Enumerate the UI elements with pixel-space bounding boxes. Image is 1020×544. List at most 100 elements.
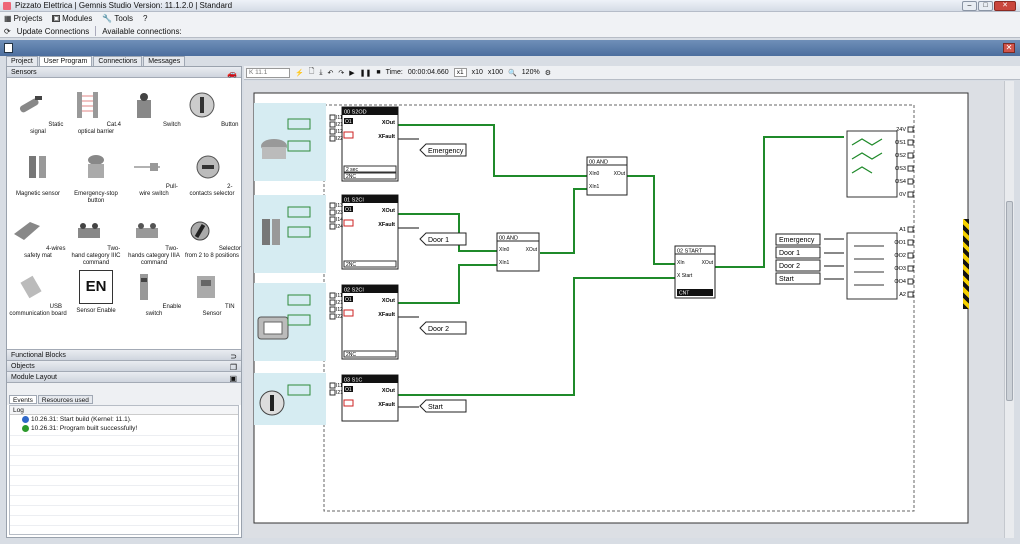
output-pin[interactable] [907, 139, 914, 146]
zoom-icon[interactable]: 🔍 [508, 69, 517, 77]
document-icon[interactable]: 🗋 [309, 67, 315, 78]
sensor-two-hand-iiia[interactable]: Two-hands category IIIA command [125, 212, 183, 267]
input-pin[interactable] [329, 135, 336, 142]
close-document-button[interactable]: ✕ [1003, 43, 1015, 53]
output-pin[interactable] [907, 239, 914, 246]
output-pin[interactable] [907, 165, 914, 172]
input-pin[interactable] [329, 121, 336, 128]
speed-x10[interactable]: x10 [472, 69, 483, 76]
undo-icon[interactable]: ↶ [327, 69, 333, 77]
input-pin[interactable] [329, 389, 336, 396]
download-icon[interactable]: ⤓ [319, 69, 322, 77]
input-pin[interactable] [329, 128, 336, 135]
sensor-2-contacts-selector[interactable]: 2-contacts selector [183, 150, 241, 198]
output-pin[interactable] [907, 265, 914, 272]
sensor-optical-barrier[interactable]: Cat.4 optical barrier [67, 88, 125, 136]
switch-icon [137, 93, 152, 118]
input-pin[interactable] [329, 382, 336, 389]
logic-block-start[interactable]: 02 START XIn X Start XOut CNT [674, 245, 716, 299]
maximize-button[interactable]: □ [978, 1, 993, 11]
sensor-usb-board[interactable]: USB communication board [9, 270, 67, 318]
output-pin[interactable] [907, 178, 914, 185]
output-pin[interactable] [907, 126, 914, 133]
sensor-tin[interactable]: TIN Sensor [183, 270, 241, 318]
sensor-magnetic[interactable]: Magnetic sensor [9, 150, 67, 198]
update-connections-button[interactable]: Update Connections [17, 27, 90, 36]
input-pin[interactable] [329, 292, 336, 299]
input-pin[interactable] [329, 299, 336, 306]
sensor-switch[interactable]: Switch [125, 88, 183, 129]
sensor-two-hand-iiic[interactable]: Two-hand category IIIC command [67, 212, 125, 267]
logic-block-and1[interactable]: 00 AND XIn0 XIn1 XOut [496, 232, 540, 272]
tab-project[interactable]: Project [6, 56, 38, 66]
sensors-header[interactable]: Sensors 🚗 [7, 67, 241, 78]
pause-icon[interactable]: ❚❚ [360, 69, 372, 77]
fault-output-tag[interactable]: Start [419, 399, 467, 413]
input-pin-label: XIn [677, 260, 685, 266]
block-output-label: XOut [382, 208, 395, 214]
output-pin[interactable] [907, 291, 914, 298]
button-icon [259, 390, 285, 416]
flash-icon[interactable]: ⚡ [295, 69, 304, 77]
input-pin[interactable] [329, 202, 336, 209]
input-pin-label: I22 [336, 314, 343, 320]
close-button[interactable]: ✕ [994, 1, 1016, 11]
menu-help[interactable]: ? [143, 14, 147, 23]
output-pin[interactable] [907, 252, 914, 259]
sensor-safety-mat[interactable]: 4-wires safety mat [9, 212, 67, 260]
sensor-selector-2-8[interactable]: Selector from 2 to 8 positions [183, 212, 241, 260]
refresh-icon[interactable]: ⟳ [4, 27, 11, 36]
sensor-enable-switch[interactable]: Enable switch [125, 270, 183, 318]
minimize-button[interactable]: – [962, 1, 977, 11]
objects-header[interactable]: Objects ❐ [7, 361, 241, 372]
menu-projects[interactable]: ▦ Projects [4, 14, 42, 23]
input-pin[interactable] [329, 313, 336, 320]
sensor-button[interactable]: Button [183, 88, 241, 129]
output-label: A1 [899, 227, 906, 233]
fault-output-tag[interactable]: Door 2 [419, 321, 467, 335]
vertical-scrollbar[interactable] [1004, 81, 1014, 538]
log-row[interactable]: 10.26.31: Program built successfully! [10, 424, 238, 433]
output-pin[interactable] [907, 191, 914, 198]
input-pin[interactable] [329, 114, 336, 121]
redo-icon[interactable]: ↷ [338, 69, 344, 77]
sensor-emergency-stop[interactable]: Emergency-stop button [67, 150, 125, 205]
sensor-enable[interactable]: EN Sensor Enable [67, 270, 125, 315]
output-pin[interactable] [907, 226, 914, 233]
tab-events[interactable]: Events [9, 395, 37, 404]
scrollbar-thumb[interactable] [1006, 201, 1013, 401]
input-tag-label: Emergency [779, 237, 815, 244]
fault-badge [343, 399, 354, 407]
speed-x100[interactable]: x100 [488, 69, 503, 76]
input-pin[interactable] [329, 209, 336, 216]
speed-x1[interactable]: x1 [453, 68, 467, 77]
play-icon[interactable]: ▶ [349, 69, 354, 77]
sensor-static-signal[interactable]: Static signal [9, 88, 67, 136]
output-pin[interactable] [907, 278, 914, 285]
safety-output-block[interactable] [846, 130, 898, 198]
fault-output-tag[interactable]: Emergency [419, 143, 467, 157]
toolbar: ⟳ Update Connections Available connectio… [0, 25, 1020, 38]
output-pin[interactable] [907, 152, 914, 159]
relay-output-block[interactable] [846, 232, 898, 300]
tab-resources-used[interactable]: Resources used [37, 395, 93, 404]
app-icon [3, 1, 11, 10]
module-layout-header[interactable]: Module Layout ▣ [7, 372, 241, 383]
logic-block-and2[interactable]: 00 AND XIn0 XIn1 XOut [586, 156, 628, 196]
wrench-icon: 🔧 [102, 14, 113, 23]
input-pin[interactable] [329, 223, 336, 230]
log-row[interactable]: 10.26.31: Start build (Kernel: 11.1). [10, 415, 238, 424]
kernel-select[interactable]: K 11.1 [246, 67, 290, 78]
fault-output-tag[interactable]: Door 1 [419, 232, 467, 246]
stop-icon[interactable]: ■ [376, 69, 380, 76]
menu-tools[interactable]: 🔧 Tools [102, 14, 133, 23]
sensor-pull-wire[interactable]: Pull-wire switch [125, 150, 183, 198]
menu-modules[interactable]: ▣ Modules [52, 14, 92, 23]
tab-connections[interactable]: Connections [93, 56, 143, 66]
input-pin-label: I12 [336, 307, 343, 313]
functional-blocks-header[interactable]: Functional Blocks ⊃ [7, 350, 241, 361]
settings-icon[interactable]: ⚙ [545, 69, 551, 77]
input-pin[interactable] [329, 306, 336, 313]
input-pin[interactable] [329, 216, 336, 223]
tab-messages[interactable]: Messages [143, 56, 186, 66]
